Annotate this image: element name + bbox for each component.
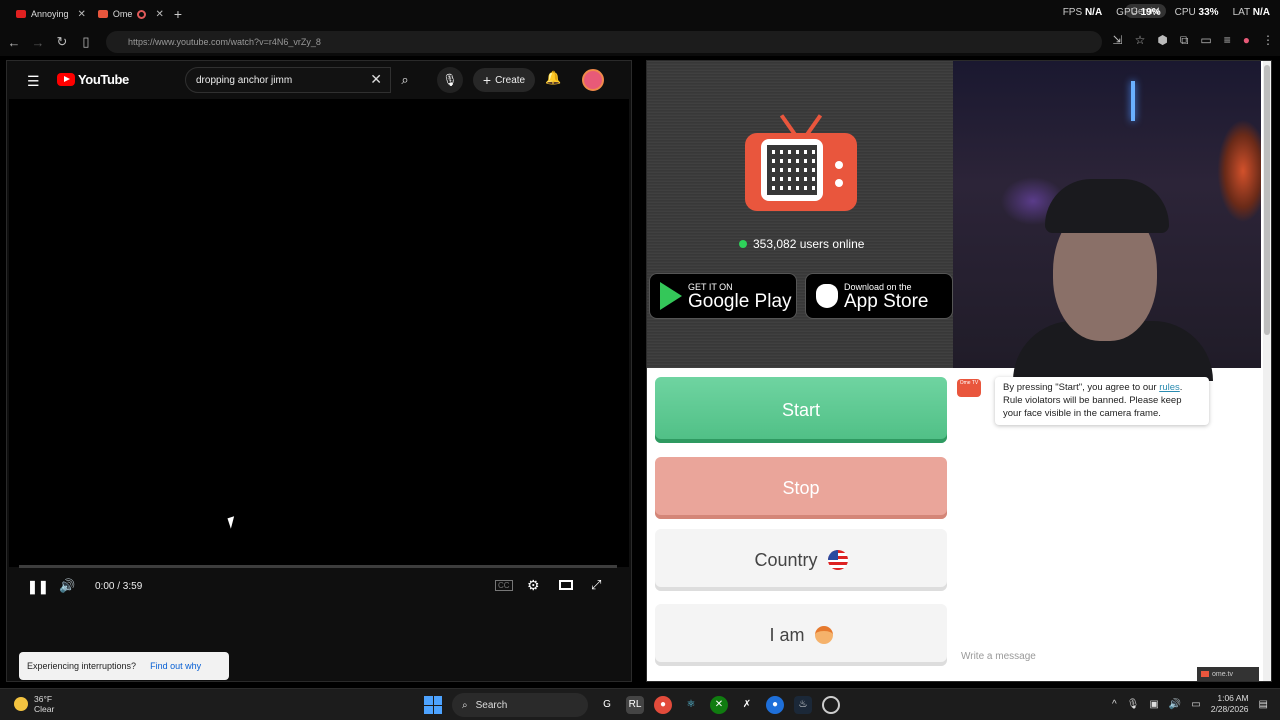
notifications-bell-icon[interactable]: 🔔 [545,70,561,86]
youtube-icon [16,10,26,18]
sidebar-icon[interactable]: ▯ [74,34,98,50]
chevron-up-icon[interactable]: ^ [1112,699,1117,710]
time-display: 0:00 / 3:59 [95,581,143,592]
cast-icon[interactable]: ▭ [1200,33,1211,48]
youtube-header: ☰ YouTube dropping anchor jimm ✕ ⌕ 🎙 + C… [7,61,631,99]
captions-icon[interactable]: CC [495,580,513,591]
clock[interactable]: 1:06 AM 2/28/2026 [1211,693,1249,715]
video-progress-bar[interactable] [19,565,617,568]
gender-button[interactable]: I am [655,604,947,666]
ome-tab-badge: ome.tv [1197,667,1259,681]
app-store-badge[interactable]: Download on the App Store [805,273,953,319]
obs-icon[interactable] [822,696,840,714]
tab-bar: Annoying ✕ Ome ✕ + Gemini FPS N/A GPU 19… [0,0,1280,28]
moon-icon [14,697,28,711]
back-icon[interactable]: ← [2,35,26,50]
system-tray: ^ 🎙 ▣ 🔊 ▭ 1:06 AM 2/28/2026 ▤ [1112,693,1268,715]
ome-chat-logo: Ome TV [957,379,981,397]
url-field[interactable]: https://www.youtube.com/watch?v=r4N6_vrZ… [106,31,1102,53]
windows-taskbar: 36°F Clear ⌕ Search G RL ● ⚛ ✕ ✗ ● ♨ ^ 🎙… [0,688,1280,720]
microphone-icon[interactable]: 🎙 [1127,699,1140,710]
clear-search-icon[interactable]: ✕ [370,71,382,88]
forward-icon[interactable]: → [26,35,50,50]
recording-icon [137,9,147,19]
self-camera-feed [953,61,1261,381]
apple-icon [816,284,838,308]
rules-message: By pressing "Start", you agree to our ru… [995,377,1209,425]
stop-button[interactable]: Stop [655,457,947,519]
chrome-icon[interactable]: ● [654,696,672,714]
extension-icon[interactable]: ⬢ [1157,33,1167,48]
online-dot-icon [739,240,747,248]
search-icon: ⌕ [462,699,468,711]
performance-overlay: FPS N/A GPU 19% CPU 33% LAT N/A [1062,7,1270,18]
rules-link[interactable]: rules [1159,382,1180,393]
app-icon-x[interactable]: ✗ [738,696,756,714]
volume-icon[interactable]: 🔊 [1169,699,1181,710]
tab-title: Ome [112,9,133,19]
fullscreen-icon[interactable]: ⤢ [591,577,601,593]
notification-icon[interactable]: ▤ [1259,699,1268,710]
volume-icon[interactable]: 🔊 [59,578,75,594]
steam-icon[interactable]: ♨ [794,696,812,714]
hamburger-icon[interactable]: ☰ [27,73,40,90]
network-icon[interactable]: ▣ [1149,699,1158,710]
app-icon-blue[interactable]: ● [766,696,784,714]
interruption-toast: Experiencing interruptions? Find out why [19,652,229,680]
youtube-pane: ☰ YouTube dropping anchor jimm ✕ ⌕ 🎙 + C… [6,60,632,682]
plus-icon: + [482,72,492,88]
theater-mode-icon[interactable] [559,580,573,590]
video-player[interactable]: ❚❚ 🔊 0:00 / 3:59 CC ⚙ ⤢ [9,99,629,594]
puzzle-icon[interactable]: ⧉ [1180,33,1189,48]
weather-widget[interactable]: 36°F Clear [14,694,54,714]
google-play-badge[interactable]: GET IT ON Google Play [649,273,797,319]
ome-pane: 353,082 users online GET IT ON Google Pl… [646,60,1272,682]
youtube-search-input[interactable]: dropping anchor jimm ✕ [185,67,391,93]
tab-youtube[interactable]: Annoying ✕ [10,2,92,26]
youtube-play-icon [57,73,75,86]
settings-gear-icon[interactable]: ⚙ [527,577,540,594]
taskbar-apps: ⌕ Search G RL ● ⚛ ✕ ✗ ● ♨ [424,693,840,717]
find-out-why-link[interactable]: Find out why [150,661,201,671]
ome-tv-logo [745,113,857,211]
taskbar-search[interactable]: ⌕ Search [452,693,588,717]
close-icon[interactable]: ✕ [155,9,163,20]
users-online-counter: 353,082 users online [739,237,864,251]
profile-avatar[interactable]: ● [1243,33,1250,48]
google-play-icon [660,282,682,310]
ome-scrollbar[interactable] [1263,61,1271,681]
new-tab-button[interactable]: + [174,6,182,22]
us-flag-icon [827,550,848,570]
create-button[interactable]: + Create [473,68,535,92]
bookmark-star-icon[interactable]: ☆ [1135,33,1146,48]
battery-icon[interactable]: ▭ [1191,699,1200,710]
country-button[interactable]: Country [655,529,947,591]
microphone-icon[interactable]: 🎙 [437,67,463,93]
mouse-cursor [227,516,238,529]
close-icon[interactable]: ✕ [78,9,86,20]
reload-icon[interactable]: ↻ [50,34,74,50]
menu-icon[interactable]: ⋮ [1262,33,1274,48]
tab-ome[interactable]: Ome ✕ [92,2,170,26]
tab-title: Annoying [31,9,69,19]
youtube-logo[interactable]: YouTube [57,72,129,87]
search-icon[interactable]: ⌕ [391,67,419,93]
app-icon-rl[interactable]: RL [626,696,644,714]
install-icon[interactable]: ⇲ [1113,33,1123,48]
partner-video-static: 353,082 users online GET IT ON Google Pl… [647,61,953,368]
media-icon[interactable]: ≡ [1224,33,1231,48]
start-button[interactable]: Start [655,377,947,443]
address-bar-row: ← → ↻ ▯ https://www.youtube.com/watch?v=… [0,28,1280,56]
pause-icon[interactable]: ❚❚ [27,579,49,595]
ome-icon [97,10,108,18]
boy-emoji-icon [814,626,833,644]
qr-code-icon [767,145,817,195]
account-avatar[interactable] [582,69,604,91]
player-controls: ❚❚ 🔊 0:00 / 3:59 CC ⚙ ⤢ [9,573,629,601]
windows-start-icon[interactable] [424,696,442,714]
toolbar-icons: ⇲ ☆ ⬢ ⧉ ▭ ≡ ● ⋮ [1113,33,1275,48]
react-icon[interactable]: ⚛ [682,696,700,714]
xbox-icon[interactable]: ✕ [710,696,728,714]
app-icon-g[interactable]: G [598,696,616,714]
